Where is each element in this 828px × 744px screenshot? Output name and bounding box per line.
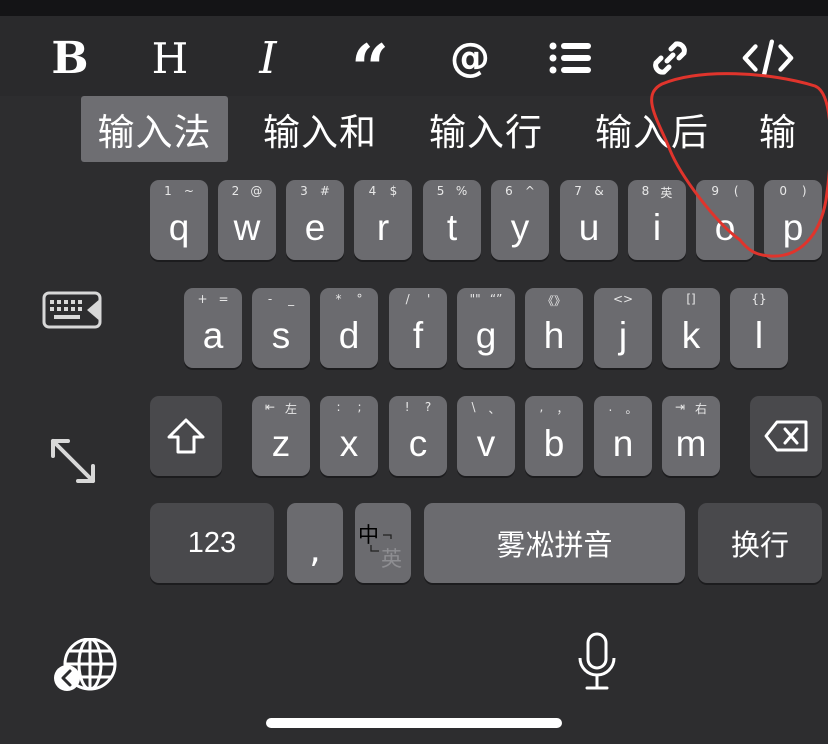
list-icon (549, 42, 591, 74)
key-k[interactable]: [] k (662, 288, 720, 368)
backspace-icon (764, 420, 808, 452)
list-button[interactable] (544, 32, 596, 84)
key-q[interactable]: 1 ~ q (150, 180, 208, 260)
quote-button[interactable]: “ (344, 32, 396, 102)
key-y[interactable]: 6 ^ y (491, 180, 549, 260)
return-key[interactable]: 换行 (698, 503, 822, 583)
key-w[interactable]: 2 @ w (218, 180, 276, 260)
key-v[interactable]: \、 v (457, 396, 515, 476)
key-p[interactable]: 0) p (764, 180, 822, 260)
globe-icon (54, 637, 117, 691)
key-s[interactable]: - _ s (252, 288, 310, 368)
shift-key[interactable] (150, 396, 222, 476)
key-x[interactable]: :; x (320, 396, 378, 476)
language-switch-key[interactable]: 中 英 (355, 503, 411, 583)
key-u[interactable]: 7 & u (560, 180, 618, 260)
link-icon (653, 41, 687, 75)
key-m[interactable]: ⇥ 右 m (662, 396, 720, 476)
format-toolbar: B H I “ @ (0, 16, 828, 102)
mention-button[interactable]: @ (444, 32, 496, 84)
at-icon: @ (450, 35, 490, 81)
bold-button[interactable]: B (44, 32, 96, 84)
key-a[interactable]: + = a (184, 288, 242, 368)
candidate-bar: 输入法 输入和 输入行 输入后 输 (0, 96, 828, 164)
quote-icon: “ (351, 30, 389, 108)
key-b[interactable]: ,， b (525, 396, 583, 476)
key-n[interactable]: .。 n (594, 396, 652, 476)
code-button[interactable] (742, 32, 794, 84)
expand-icon (51, 439, 95, 483)
backspace-key[interactable] (750, 396, 822, 476)
key-f[interactable]: / ' f (389, 288, 447, 368)
key-d[interactable]: * ° d (320, 288, 378, 368)
keyboard-dismiss-button[interactable] (42, 290, 104, 335)
key-i[interactable]: 8英i (628, 180, 686, 260)
keyboard-dismiss-icon (42, 291, 102, 329)
candidate-item[interactable]: 输 (752, 96, 804, 162)
key-r[interactable]: 4 $ r (354, 180, 412, 260)
status-strip (0, 0, 828, 16)
key-l[interactable]: {} l (730, 288, 788, 368)
candidate-item[interactable]: 输入和 (252, 96, 388, 162)
microphone-icon (578, 632, 616, 690)
italic-icon: I (259, 32, 277, 84)
key-c[interactable]: !? c (389, 396, 447, 476)
globe-switch-button[interactable] (52, 637, 120, 699)
key-z[interactable]: ⇤ 左 z (252, 396, 310, 476)
numbers-key[interactable]: 123 (150, 503, 274, 583)
code-icon (742, 39, 794, 77)
key-e[interactable]: 3 # e (286, 180, 344, 260)
italic-button[interactable]: I (242, 32, 294, 84)
shift-icon (167, 418, 205, 454)
key-o[interactable]: 9(o (696, 180, 754, 260)
home-indicator[interactable] (266, 718, 562, 728)
key-j[interactable]: <> j (594, 288, 652, 368)
key-h[interactable]: 《》 h (525, 288, 583, 368)
candidate-item[interactable]: 输入后 (584, 96, 720, 162)
bold-icon: B (51, 32, 89, 84)
dictation-button[interactable] (576, 632, 618, 697)
key-t[interactable]: 5% t (423, 180, 481, 260)
space-key[interactable]: 雾凇拼音 (424, 503, 685, 583)
switch-bracket-icon (370, 534, 392, 552)
candidate-item[interactable]: 输入行 (418, 96, 554, 162)
candidate-item[interactable]: 输入法 (81, 96, 228, 162)
key-g[interactable]: "" “” g (457, 288, 515, 368)
comma-key[interactable]: , (287, 503, 343, 583)
heading-button[interactable]: H (144, 32, 196, 84)
expand-keyboard-button[interactable] (48, 436, 98, 491)
heading-icon: H (151, 33, 189, 83)
link-button[interactable] (644, 32, 696, 84)
